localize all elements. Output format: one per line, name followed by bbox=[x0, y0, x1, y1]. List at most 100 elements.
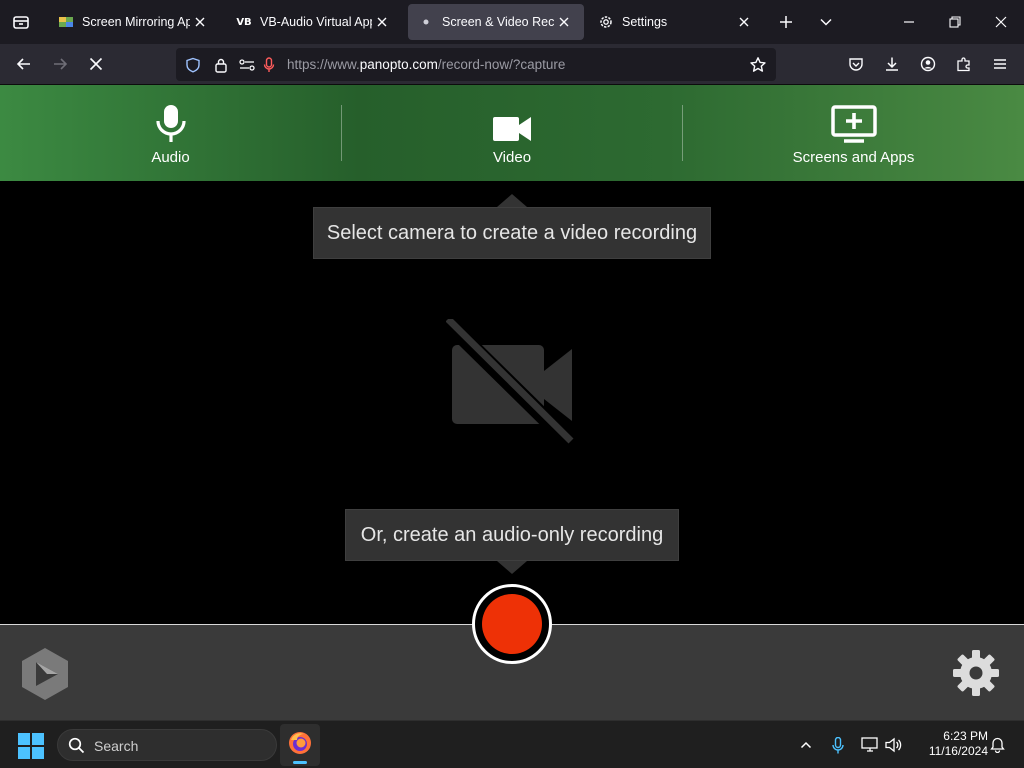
capture-source-bar: Audio Video Screens and Apps bbox=[0, 85, 1024, 181]
browser-tab-strip: Screen Mirroring App VB VB-Audio Virtual… bbox=[0, 0, 1024, 44]
tab-title: Settings bbox=[622, 15, 668, 29]
tooltip-arrow bbox=[497, 194, 527, 207]
video-camera-icon bbox=[493, 103, 531, 143]
audio-only-tooltip: Or, create an audio-only recording bbox=[345, 509, 679, 561]
account-icon bbox=[920, 56, 936, 72]
chevron-down-icon bbox=[820, 18, 832, 26]
url-scheme: https://www. bbox=[287, 57, 360, 72]
active-app-indicator bbox=[293, 761, 307, 764]
url-text[interactable]: https://www.panopto.com/record-now/?capt… bbox=[287, 57, 565, 72]
tab-title: Screen Mirroring App bbox=[82, 15, 190, 29]
camera-tooltip: Select camera to create a video recordin… bbox=[313, 207, 711, 259]
video-mode-button[interactable]: Video bbox=[342, 85, 682, 181]
settings-gear-icon[interactable] bbox=[952, 649, 1000, 702]
clock-time: 6:23 PM bbox=[943, 729, 988, 743]
audio-only-tooltip-text: Or, create an audio-only recording bbox=[360, 523, 664, 546]
arrow-left-icon bbox=[16, 58, 30, 70]
microphone-tray-button[interactable] bbox=[826, 721, 850, 768]
minimize-icon bbox=[904, 21, 914, 23]
screen: Screen Mirroring App VB VB-Audio Virtual… bbox=[0, 0, 1024, 768]
tab-screen-video-recorder[interactable]: Screen & Video Recorde bbox=[408, 4, 584, 40]
hamburger-menu-icon bbox=[994, 59, 1006, 69]
tab-screen-mirroring[interactable]: Screen Mirroring App bbox=[48, 4, 220, 40]
download-icon bbox=[886, 57, 898, 71]
loading-dot-icon bbox=[418, 14, 434, 30]
back-button[interactable] bbox=[8, 48, 40, 80]
app-menu-button[interactable] bbox=[984, 48, 1016, 80]
extensions-button[interactable] bbox=[948, 48, 980, 80]
pocket-button[interactable] bbox=[840, 48, 872, 80]
microphone-icon bbox=[832, 736, 844, 753]
screen-mirroring-favicon bbox=[58, 14, 74, 30]
screens-apps-mode-button[interactable]: Screens and Apps bbox=[683, 85, 1024, 181]
search-placeholder: Search bbox=[94, 738, 139, 754]
restore-button[interactable] bbox=[932, 0, 978, 44]
tooltip-arrow bbox=[497, 561, 527, 574]
tab-title: VB-Audio Virtual Apps bbox=[260, 15, 372, 29]
windows-taskbar: Search 6:23 PM 11/16/2024 bbox=[0, 720, 1024, 768]
forward-button[interactable] bbox=[44, 48, 76, 80]
pocket-icon bbox=[849, 58, 863, 71]
close-icon bbox=[995, 16, 1007, 28]
taskbar-search-box[interactable]: Search bbox=[57, 729, 277, 761]
speaker-icon bbox=[885, 737, 902, 753]
windows-start-icon[interactable] bbox=[18, 733, 44, 764]
tab-list-icon bbox=[13, 16, 29, 29]
close-window-button[interactable] bbox=[978, 0, 1024, 44]
stop-loading-button[interactable] bbox=[80, 48, 112, 80]
taskbar-clock[interactable]: 6:23 PM 11/16/2024 bbox=[912, 729, 988, 759]
list-all-tabs-button[interactable] bbox=[810, 0, 842, 44]
taskbar-firefox-button[interactable] bbox=[280, 724, 320, 766]
close-tab-icon[interactable] bbox=[734, 12, 754, 32]
clock-date: 11/16/2024 bbox=[928, 744, 988, 758]
microphone-icon bbox=[155, 103, 187, 143]
url-bar[interactable]: https://www.panopto.com/record-now/?capt… bbox=[176, 48, 776, 81]
close-tab-icon[interactable] bbox=[372, 12, 392, 32]
close-tab-icon[interactable] bbox=[554, 12, 574, 32]
shield-icon[interactable] bbox=[184, 56, 202, 74]
all-tabs-button[interactable] bbox=[0, 0, 42, 44]
chevron-up-icon bbox=[800, 741, 812, 749]
vb-audio-favicon: VB bbox=[236, 16, 252, 28]
volume-tray-button[interactable] bbox=[882, 721, 906, 768]
account-button[interactable] bbox=[912, 48, 944, 80]
microphone-in-use-icon[interactable] bbox=[260, 56, 278, 74]
lock-icon[interactable] bbox=[212, 56, 230, 74]
mode-label: Video bbox=[492, 149, 532, 166]
audio-mode-button[interactable]: Audio bbox=[0, 85, 341, 181]
downloads-button[interactable] bbox=[876, 48, 908, 80]
firefox-icon bbox=[289, 732, 311, 754]
plus-icon bbox=[780, 16, 792, 28]
puzzle-icon bbox=[957, 57, 970, 72]
record-button[interactable] bbox=[472, 584, 552, 664]
notifications-button[interactable] bbox=[986, 721, 1008, 768]
mode-label: Screens and Apps bbox=[792, 149, 915, 166]
permissions-icon[interactable] bbox=[238, 56, 256, 74]
mode-label: Audio bbox=[151, 149, 190, 166]
gear-icon bbox=[598, 14, 614, 30]
tab-title: Screen & Video Recorde bbox=[442, 15, 554, 29]
camera-preview-area: Select camera to create a video recordin… bbox=[0, 181, 1024, 624]
browser-navigation-bar: https://www.panopto.com/record-now/?capt… bbox=[0, 44, 1024, 85]
arrow-right-icon bbox=[54, 58, 68, 70]
screen-add-icon bbox=[830, 103, 877, 143]
stop-icon bbox=[89, 57, 103, 71]
video-camera-off-icon bbox=[440, 315, 576, 450]
new-tab-button[interactable] bbox=[770, 0, 802, 44]
url-path: /record-now/?capture bbox=[437, 57, 566, 72]
tab-settings[interactable]: Settings bbox=[588, 4, 764, 40]
panopto-logo-icon bbox=[20, 647, 70, 706]
url-host: panopto.com bbox=[359, 57, 438, 72]
network-icon bbox=[861, 737, 878, 752]
search-icon bbox=[68, 737, 85, 754]
restore-icon bbox=[949, 16, 961, 28]
close-tab-icon[interactable] bbox=[190, 12, 210, 32]
network-tray-button[interactable] bbox=[858, 721, 882, 768]
minimize-button[interactable] bbox=[886, 0, 932, 44]
show-hidden-icons-button[interactable] bbox=[794, 721, 818, 768]
record-dot bbox=[482, 594, 542, 654]
bookmark-star-icon[interactable] bbox=[749, 56, 767, 74]
bell-icon bbox=[989, 737, 1005, 753]
camera-tooltip-text: Select camera to create a video recordin… bbox=[326, 221, 698, 244]
tab-vb-audio[interactable]: VB VB-Audio Virtual Apps bbox=[226, 4, 402, 40]
